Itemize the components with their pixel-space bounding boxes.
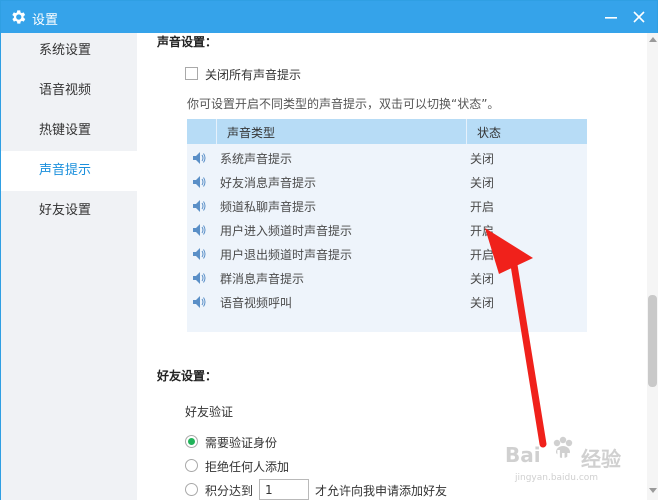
sidebar-item-voice-video[interactable]: 语音视频 <box>1 71 137 111</box>
points-suffix-text: 才允许向我申请添加好友 <box>315 484 448 498</box>
sound-status: 开启 <box>470 224 495 238</box>
gear-icon <box>12 10 26 24</box>
sound-status: 关闭 <box>470 272 495 286</box>
speaker-icon <box>193 152 206 164</box>
window-title: 设置 <box>32 13 59 28</box>
title-bar[interactable]: 设置 <box>1 1 657 33</box>
sidebar-item-system-settings[interactable]: 系统设置 <box>1 31 137 71</box>
watermark-url: jingyan.baidu.com <box>515 473 599 483</box>
sound-type-name: 频道私聊声音提示 <box>220 200 317 214</box>
table-row[interactable]: 用户进入频道时声音提示 开启 <box>187 218 587 242</box>
table-row[interactable]: 语音视频呼叫 关闭 <box>187 290 587 314</box>
watermark-paw-text: du <box>551 449 571 465</box>
sound-status: 开启 <box>470 248 495 262</box>
table-row[interactable]: 频道私聊声音提示 开启 <box>187 194 587 218</box>
sound-status: 开启 <box>470 200 495 214</box>
table-row[interactable]: 系统声音提示 关闭 <box>187 146 587 170</box>
sidebar-item-hotkeys[interactable]: 热键设置 <box>1 111 137 151</box>
radio-require-verify[interactable] <box>185 435 198 448</box>
column-divider <box>466 119 467 144</box>
friend-verify-label: 好友验证 <box>185 405 234 419</box>
scroll-thumb[interactable] <box>648 295 657 387</box>
sound-type-name: 群消息声音提示 <box>220 272 305 286</box>
sound-type-name: 好友消息声音提示 <box>220 176 317 190</box>
column-header-status[interactable]: 状态 <box>477 124 501 141</box>
sidebar: 系统设置 语音视频 热键设置 声音提示 好友设置 <box>1 33 137 500</box>
radio-reject-all-label: 拒绝任何人添加 <box>205 460 290 474</box>
sound-type-name: 系统声音提示 <box>220 152 293 166</box>
sidebar-item-label: 声音提示 <box>39 163 92 178</box>
column-divider <box>216 119 217 144</box>
speaker-icon <box>193 200 206 212</box>
sound-type-name: 语音视频呼叫 <box>220 296 293 310</box>
column-header-sound-type[interactable]: 声音类型 <box>227 124 275 141</box>
sound-status: 关闭 <box>470 152 495 166</box>
sound-type-table: 声音类型 状态 系统声音提示 关闭 好友消息声音提示 关闭 频道私聊声音提示 开… <box>187 119 587 332</box>
table-header: 声音类型 状态 <box>187 119 587 144</box>
baidu-watermark: Bai du 经验 jingyan.baidu.com <box>505 433 645 493</box>
sidebar-item-label: 系统设置 <box>39 43 92 58</box>
table-row[interactable]: 群消息声音提示 关闭 <box>187 266 587 290</box>
speaker-icon <box>193 176 206 188</box>
sound-type-name: 用户进入频道时声音提示 <box>220 224 353 238</box>
sound-status: 关闭 <box>470 296 495 310</box>
speaker-icon <box>193 296 206 308</box>
speaker-icon <box>193 224 206 236</box>
sidebar-item-label: 热键设置 <box>39 123 92 138</box>
sidebar-item-label: 语音视频 <box>39 83 92 98</box>
settings-window: 设置 系统设置 语音视频 热键设置 声音提示 好友设置 声音设置： 关闭所有声音… <box>0 0 658 500</box>
scroll-down-icon[interactable] <box>649 488 657 493</box>
watermark-domain: 经验 <box>581 447 621 471</box>
sidebar-item-friend-settings[interactable]: 好友设置 <box>1 191 137 231</box>
radio-require-verify-label: 需要验证身份 <box>205 436 278 450</box>
speaker-icon <box>193 248 206 260</box>
radio-points-threshold[interactable] <box>185 483 198 496</box>
sidebar-item-sound-alerts[interactable]: 声音提示 <box>1 151 137 191</box>
vertical-scrollbar[interactable] <box>647 33 658 500</box>
radio-points-threshold-label: 积分达到 <box>205 484 254 498</box>
speaker-icon <box>193 272 206 284</box>
close-icon[interactable] <box>629 7 649 27</box>
radio-reject-all[interactable] <box>185 459 198 472</box>
friend-section-title: 好友设置： <box>157 369 218 383</box>
sound-type-name: 用户退出频道时声音提示 <box>220 248 353 262</box>
table-row[interactable]: 好友消息声音提示 关闭 <box>187 170 587 194</box>
mute-all-label: 关闭所有声音提示 <box>205 68 302 82</box>
mute-all-checkbox[interactable] <box>185 67 198 80</box>
table-row[interactable]: 用户退出频道时声音提示 开启 <box>187 242 587 266</box>
minimize-icon[interactable] <box>601 7 621 27</box>
sound-hint-text: 你可设置开启不同类型的声音提示，双击可以切换“状态”。 <box>187 97 500 111</box>
sound-section-title: 声音设置： <box>157 35 218 49</box>
points-input[interactable] <box>259 479 309 500</box>
scroll-up-icon[interactable] <box>649 37 657 42</box>
sidebar-item-label: 好友设置 <box>39 203 92 218</box>
settings-content: 声音设置： 关闭所有声音提示 你可设置开启不同类型的声音提示，双击可以切换“状态… <box>137 33 647 500</box>
sound-status: 关闭 <box>470 176 495 190</box>
watermark-brand: Bai <box>505 443 541 467</box>
